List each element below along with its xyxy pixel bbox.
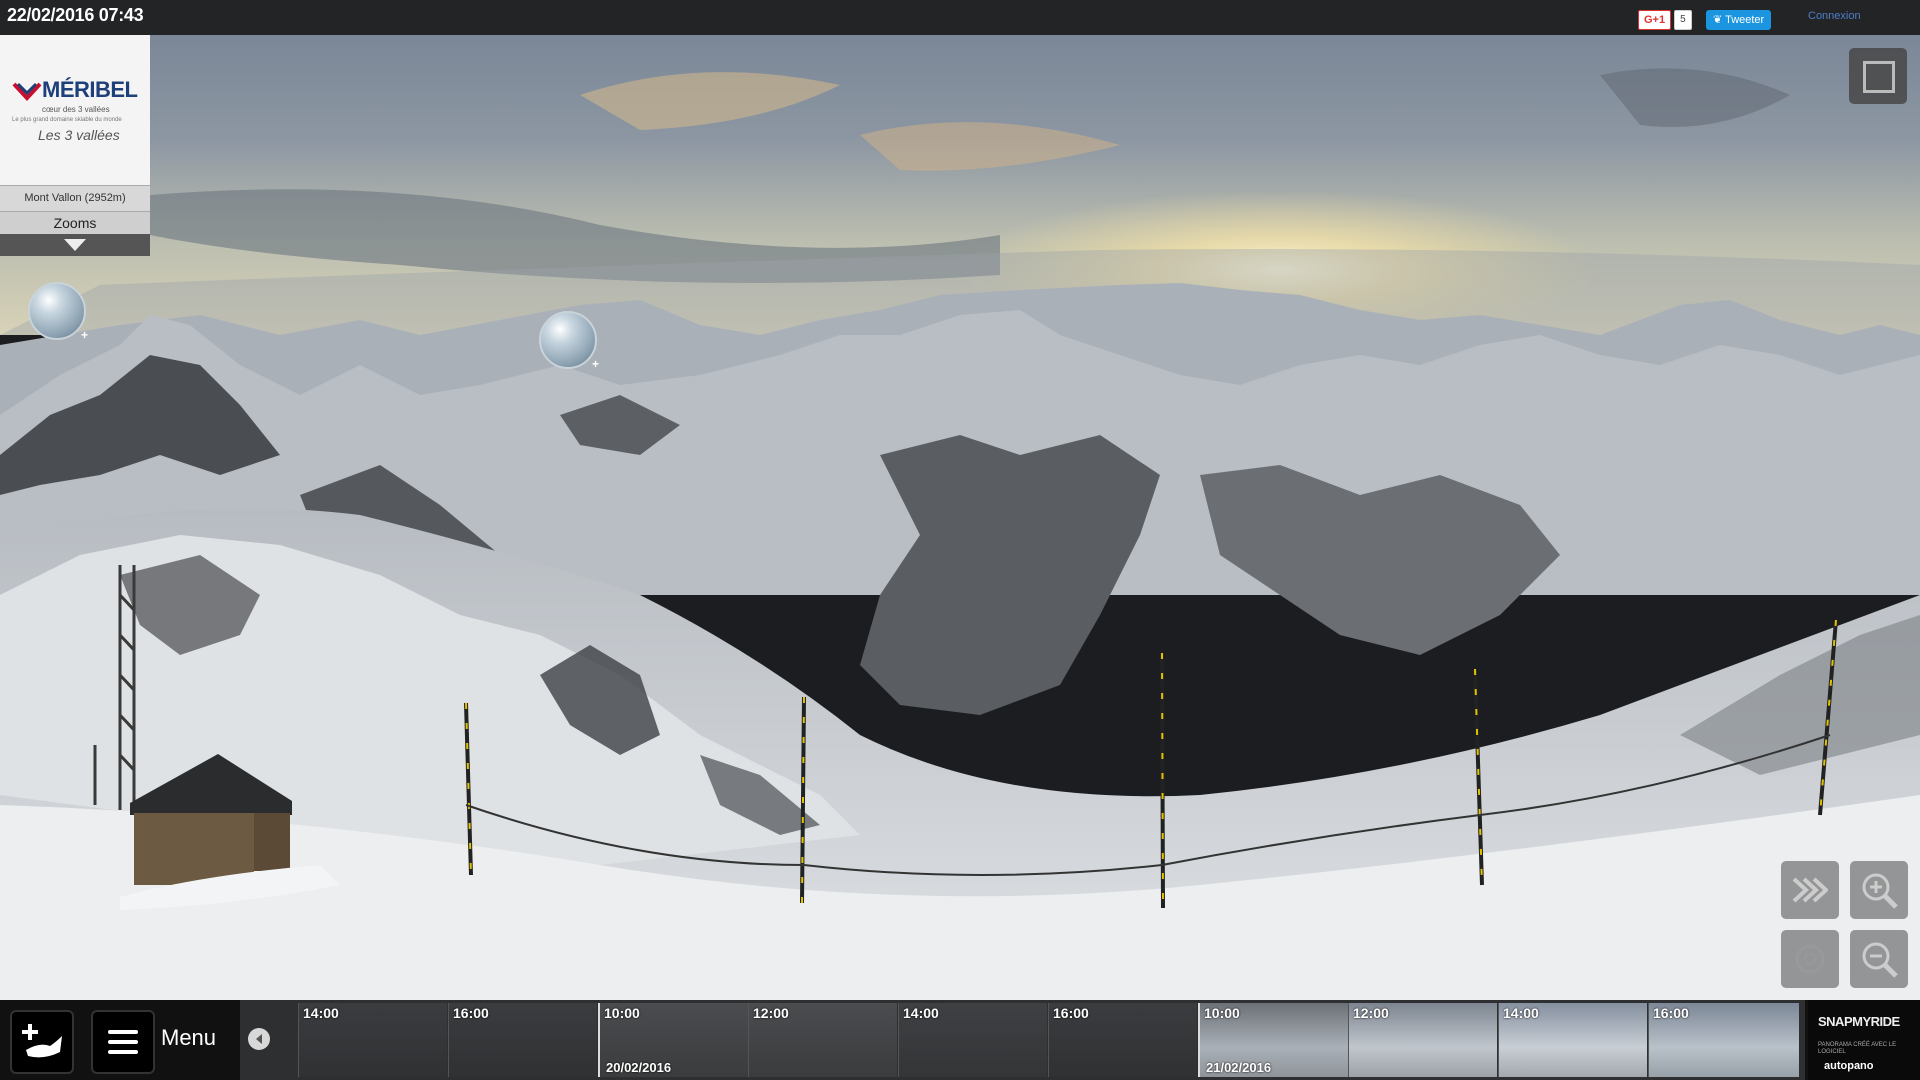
thumb-time: 14:00 [1503, 1005, 1539, 1021]
thumb-time: 16:00 [1653, 1005, 1689, 1021]
menu-label[interactable]: Menu [161, 1025, 216, 1051]
panorama-view[interactable] [0, 35, 1920, 1000]
twitter-icon: ❦ [1713, 14, 1723, 26]
fast-forward-icon [1792, 877, 1828, 903]
meribel-logo-icon [12, 82, 42, 101]
thumb-time: 16:00 [1053, 1005, 1089, 1021]
tweet-button[interactable]: ❦ Tweeter [1706, 10, 1772, 30]
g-plus-icon[interactable]: G+1 [1638, 10, 1672, 30]
timeline-thumb[interactable]: 16:00 [1048, 1003, 1197, 1077]
zoom-out-button[interactable] [1850, 930, 1908, 988]
thumb-time: 10:00 [1204, 1005, 1240, 1021]
fast-forward-button[interactable] [1781, 861, 1839, 919]
thumb-time: 14:00 [303, 1005, 339, 1021]
timeline-thumb[interactable]: 16:00 [1648, 1003, 1799, 1077]
timeline-thumb[interactable]: 16:00 [448, 1003, 597, 1077]
timeline-thumb[interactable]: 14:00 [298, 1003, 447, 1077]
add-panorama-button[interactable] [10, 1010, 74, 1074]
zooms-label[interactable]: Zooms [0, 211, 150, 234]
add-panorama-icon [22, 1024, 62, 1058]
brand-subtitle: cœur des 3 vallées [42, 105, 110, 114]
panorama-image [0, 35, 1920, 1000]
resort-logo[interactable]: MÉRIBEL cœur des 3 vallées Le plus grand… [0, 35, 150, 185]
tweet-label: Tweeter [1725, 14, 1765, 26]
zoom-bubble-icon[interactable]: + [28, 282, 88, 342]
thumb-time: 14:00 [903, 1005, 939, 1021]
menu-icon [108, 1030, 138, 1054]
thumb-time: 12:00 [1353, 1005, 1389, 1021]
brand-tagline: Le plus grand domaine skiable du monde [12, 117, 122, 123]
zooms-toggle[interactable] [0, 234, 150, 256]
timeline-thumb[interactable]: 14:00 [898, 1003, 1047, 1077]
rotate-button[interactable] [1781, 930, 1839, 988]
rotate-icon [1795, 944, 1825, 974]
zoom-in-icon [1862, 873, 1898, 909]
timeline[interactable]: 14:00 16:00 10:00 20/02/2016 12:00 14:00 … [240, 1000, 1805, 1080]
brand-name: MÉRIBEL [42, 77, 138, 102]
thumb-date: 21/02/2016 [1206, 1060, 1272, 1075]
station-name: Mont Vallon (2952m) [0, 185, 150, 211]
fullscreen-button[interactable] [1849, 48, 1907, 104]
timeline-thumb[interactable]: 10:00 20/02/2016 [598, 1003, 748, 1077]
zoom-out-icon [1862, 942, 1898, 978]
gplus-share[interactable]: G+1 5 [1638, 10, 1692, 30]
timeline-thumb[interactable]: 10:00 21/02/2016 [1198, 1003, 1348, 1077]
timeline-prev-icon[interactable] [248, 1028, 270, 1050]
bottom-bar: Menu 14:00 16:00 10:00 20/02/2016 12:00 1… [0, 1000, 1920, 1080]
zoom-bubble-icon[interactable]: + [539, 311, 599, 371]
thumb-time: 10:00 [604, 1005, 640, 1021]
zoom-in-button[interactable] [1850, 861, 1908, 919]
chevron-down-icon [64, 239, 86, 251]
timeline-thumb[interactable]: 14:00 [1498, 1003, 1647, 1077]
gplus-count: 5 [1674, 10, 1692, 30]
snapmyride-logo: SNAPMYRIDE [1818, 1014, 1900, 1029]
menu-button[interactable] [91, 1010, 155, 1074]
timeline-thumb[interactable]: 12:00 [748, 1003, 897, 1077]
thumb-date: 20/02/2016 [606, 1060, 672, 1075]
logo-panel: MÉRIBEL cœur des 3 vallées Le plus grand… [0, 35, 150, 256]
top-bar: 22/02/2016 07:43 G+1 5 ❦ Tweeter Connexi… [0, 0, 1920, 35]
autopano-caption: PANORAMA CRÉÉ AVEC LE LOGICIEL [1818, 1042, 1897, 1055]
les3vallees-logo: Les 3 vallées [38, 127, 120, 143]
fullscreen-icon [1863, 61, 1895, 93]
thumb-time: 16:00 [453, 1005, 489, 1021]
timeline-thumb[interactable]: 12:00 [1348, 1003, 1497, 1077]
snapmyride-brand[interactable]: SNAPMYRIDE PANORAMA CRÉÉ AVEC LE LOGICIE… [1808, 1000, 1920, 1080]
login-link[interactable]: Connexion [1808, 10, 1861, 22]
capture-datetime: 22/02/2016 07:43 [7, 5, 144, 25]
thumb-time: 12:00 [753, 1005, 789, 1021]
autopano-logo: autopano [1824, 1060, 1874, 1072]
